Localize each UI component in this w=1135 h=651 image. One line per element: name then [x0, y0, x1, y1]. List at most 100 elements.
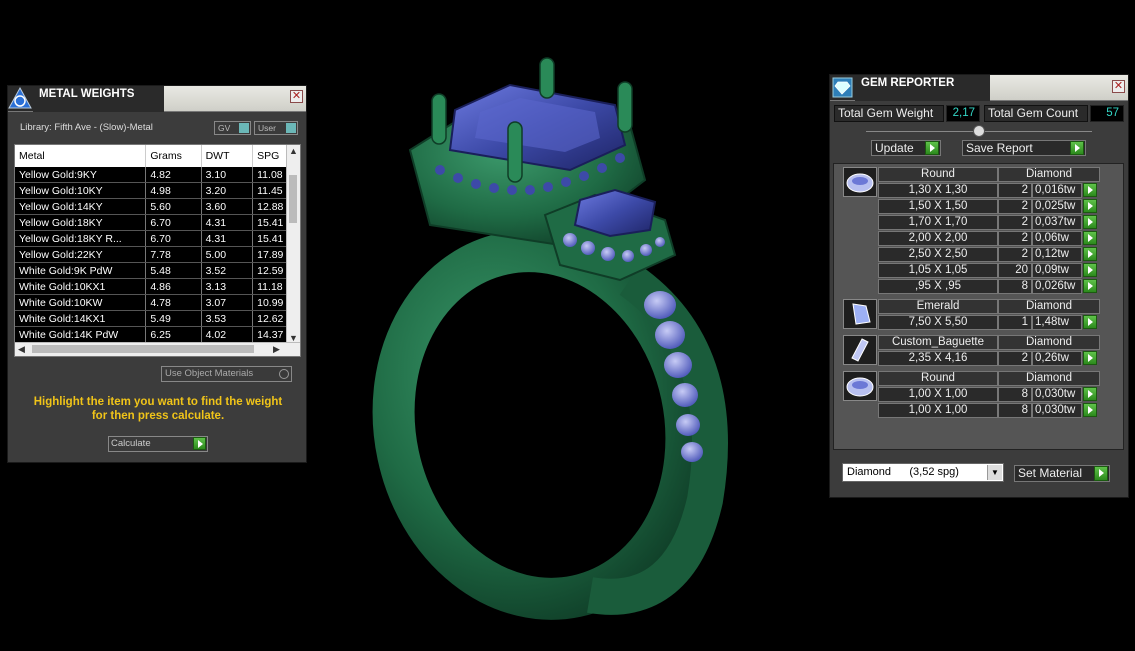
round-gem-icon[interactable]	[843, 167, 877, 197]
gem-size-cell: 1,00 X 1,00	[878, 387, 998, 402]
vertical-scroll-thumb[interactable]	[289, 175, 297, 223]
ring-3d-render	[372, 57, 728, 620]
radio-circle-icon	[279, 369, 289, 379]
set-material-go-icon[interactable]	[1094, 466, 1108, 481]
gem-list-area[interactable]: Round Diamond 1,30 X 1,30 2 0,016tw 1,50 X 1,…	[833, 163, 1124, 450]
table-row[interactable]: White Gold:14K PdW 6.25 4.02 14.37	[15, 326, 300, 343]
table-row[interactable]: White Gold:10KW 4.78 3.07 10.99	[15, 294, 300, 311]
gem-reporter-titlebar[interactable]: GEM REPORTER ✕	[830, 75, 1128, 101]
gem-weight-cell: 0,016tw	[1032, 183, 1082, 198]
metal-cell: White Gold:9K PdW	[15, 262, 147, 279]
save-report-button[interactable]: Save Report	[962, 140, 1086, 156]
gem-row-go-icon[interactable]	[1083, 279, 1097, 293]
save-report-label: Save Report	[966, 141, 1033, 155]
update-go-icon[interactable]	[925, 141, 939, 155]
gem-size-cell: 2,35 X 4,16	[878, 351, 998, 366]
table-row[interactable]: Yellow Gold:14KY 5.60 3.60 12.88	[15, 198, 300, 215]
metal-cell: Yellow Gold:10KY	[15, 182, 147, 199]
gem-shape-header: Custom_Baguette	[878, 335, 998, 350]
gem-row-go-icon[interactable]	[1083, 403, 1097, 417]
gem-row-go-icon[interactable]	[1083, 263, 1097, 277]
gem-count-cell: 2	[998, 351, 1032, 366]
material-select[interactable]: Diamond (3,52 spg) ▼	[842, 463, 1004, 482]
splitter-knob-icon[interactable]	[973, 125, 985, 137]
metal-weights-logo-icon	[8, 86, 33, 111]
library-label: Library: Fifth Ave - (Slow)-Metal	[20, 122, 153, 133]
gem-row-go-icon[interactable]	[1083, 315, 1097, 329]
instruction-hint: Highlight the item you want to find the …	[18, 395, 298, 423]
table-row[interactable]: White Gold:10KX1 4.86 3.13 11.18	[15, 278, 300, 295]
horizontal-scroll-thumb[interactable]	[32, 345, 254, 353]
gem-size-cell: 1,00 X 1,00	[878, 403, 998, 418]
gem-count-cell: 8	[998, 279, 1032, 294]
col-dwt[interactable]: DWT	[201, 145, 254, 167]
round-gem-icon[interactable]	[843, 371, 877, 401]
gem-reporter-close-icon[interactable]: ✕	[1112, 80, 1125, 93]
scroll-right-icon[interactable]: ▶	[273, 343, 280, 355]
hint-line-1: Highlight the item you want to find the …	[33, 396, 283, 408]
dwt-cell: 3.10	[201, 167, 254, 183]
col-grams[interactable]: Grams	[145, 145, 202, 167]
user-dropdown[interactable]: User	[254, 121, 298, 135]
metal-weights-titlebar[interactable]: METAL WEIGHTS ✕	[8, 86, 306, 112]
gv-dropdown-label: GV	[218, 123, 231, 133]
table-row[interactable]: Yellow Gold:22KY 7.78 5.00 17.89	[15, 246, 300, 263]
save-report-go-icon[interactable]	[1070, 141, 1084, 155]
dwt-cell: 3.20	[201, 182, 254, 199]
dwt-cell: 3.13	[201, 278, 254, 295]
grams-cell: 6.70	[145, 214, 202, 231]
set-material-button[interactable]: Set Material	[1014, 465, 1110, 482]
gem-count-cell: 2	[998, 183, 1032, 198]
metal-table-header: Metal Grams DWT SPG	[15, 145, 300, 167]
gem-row-go-icon[interactable]	[1083, 215, 1097, 229]
grams-cell: 4.98	[145, 182, 202, 199]
metal-cell: White Gold:14KX1	[15, 310, 147, 327]
use-object-materials-dropdown[interactable]: Use Object Materials	[161, 366, 292, 382]
gv-dropdown[interactable]: GV	[214, 121, 251, 135]
gem-material-header: Diamond	[998, 299, 1100, 314]
gem-row-go-icon[interactable]	[1083, 351, 1097, 365]
metal-table-vertical-scrollbar[interactable]: ▲ ▼	[286, 145, 300, 344]
table-row[interactable]: Yellow Gold:18KY R... 6.70 4.31 15.41	[15, 230, 300, 247]
gem-material-header: Diamond	[998, 371, 1100, 386]
gem-row-go-icon[interactable]	[1083, 387, 1097, 401]
gem-row-go-icon[interactable]	[1083, 231, 1097, 245]
chevron-down-icon[interactable]: ▼	[987, 465, 1002, 480]
user-toggle-icon	[286, 123, 296, 133]
metal-weights-close-icon[interactable]: ✕	[290, 90, 303, 103]
gem-shape-header: Emerald	[878, 299, 998, 314]
grams-cell: 5.48	[145, 262, 202, 279]
gem-weight-cell: 0,09tw	[1032, 263, 1082, 278]
dwt-cell: 4.31	[201, 214, 254, 231]
table-row[interactable]: Yellow Gold:9KY 4.82 3.10 11.08	[15, 167, 300, 183]
gem-count-cell: 8	[998, 387, 1032, 402]
table-row[interactable]: White Gold:14KX1 5.49 3.53 12.62	[15, 310, 300, 327]
metal-cell: White Gold:14K PdW	[15, 326, 147, 343]
metal-cell: Yellow Gold:14KY	[15, 198, 147, 215]
gem-weight-cell: 1,48tw	[1032, 315, 1082, 330]
baguette-gem-icon[interactable]	[843, 335, 877, 365]
grams-cell: 6.70	[145, 230, 202, 247]
table-row[interactable]: Yellow Gold:10KY 4.98 3.20 11.45	[15, 182, 300, 199]
metal-table[interactable]: Metal Grams DWT SPG Yellow Gold:9KY 4.82 3…	[14, 144, 301, 357]
gem-row-go-icon[interactable]	[1083, 199, 1097, 213]
calculate-go-icon[interactable]	[193, 437, 206, 450]
gem-count-cell: 2	[998, 231, 1032, 246]
calculate-dropdown[interactable]: Calculate	[108, 436, 208, 452]
emerald-gem-icon[interactable]	[843, 299, 877, 329]
table-row[interactable]: White Gold:9K PdW 5.48 3.52 12.59	[15, 262, 300, 279]
grams-cell: 5.49	[145, 310, 202, 327]
scroll-left-icon[interactable]: ◀	[18, 343, 25, 355]
material-select-value: Diamond (3,52 spg)	[847, 466, 959, 478]
table-row[interactable]: Yellow Gold:18KY 6.70 4.31 15.41	[15, 214, 300, 231]
update-button[interactable]: Update	[871, 140, 941, 156]
gem-row-go-icon[interactable]	[1083, 247, 1097, 261]
metal-table-horizontal-scrollbar[interactable]: ◀ ▶	[15, 342, 300, 356]
gem-weight-cell: 0,030tw	[1032, 387, 1082, 402]
col-metal[interactable]: Metal	[15, 145, 147, 167]
dwt-cell: 3.07	[201, 294, 254, 311]
gem-reporter-panel: GEM REPORTER ✕ Total Gem Weight 2,17 Tot…	[829, 74, 1129, 498]
scroll-up-icon[interactable]: ▲	[289, 145, 298, 157]
hint-line-2: for then press calculate.	[91, 410, 225, 422]
gem-row-go-icon[interactable]	[1083, 183, 1097, 197]
